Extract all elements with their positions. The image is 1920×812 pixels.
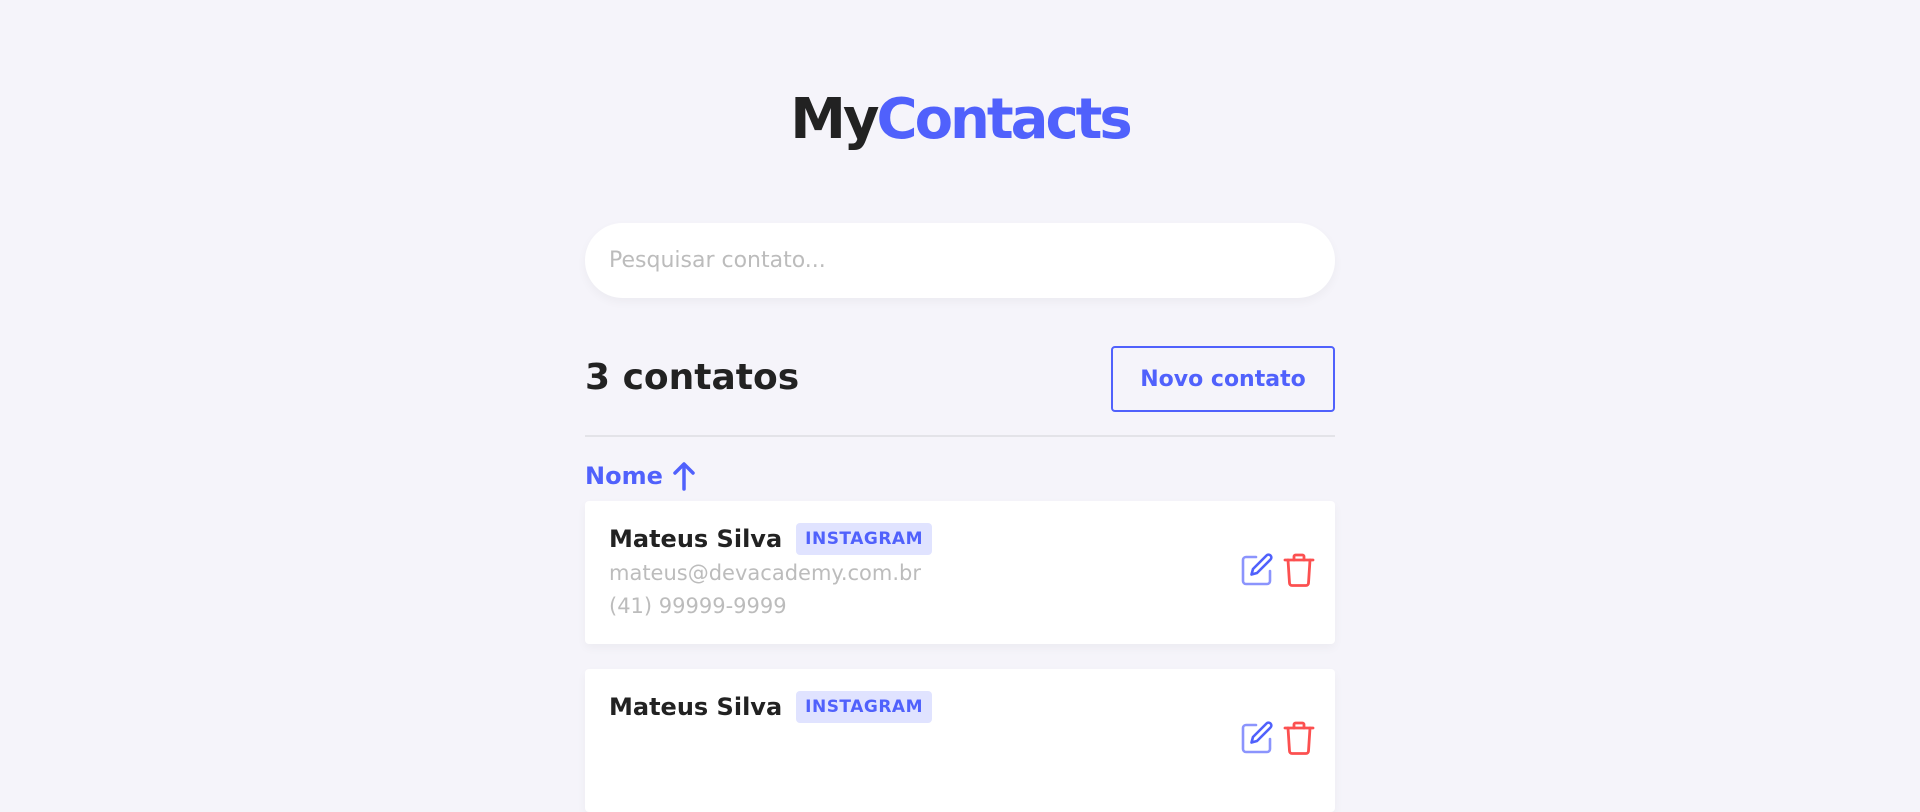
arrow-up-icon [673,461,695,491]
contact-name-row: Mateus Silva INSTAGRAM [609,691,932,723]
app-logo: MyContacts [0,86,1920,154]
sort-by-name-button[interactable]: Nome [585,458,695,494]
search-input[interactable] [585,223,1335,298]
divider [585,435,1335,437]
search-bar [585,223,1335,298]
trash-icon[interactable] [1283,720,1315,760]
category-badge: INSTAGRAM [796,523,932,555]
category-badge: INSTAGRAM [796,691,932,723]
contact-actions [1239,720,1315,760]
contact-card: Mateus Silva INSTAGRAM [585,669,1335,812]
contact-name: Mateus Silva [609,525,783,553]
new-contact-button[interactable]: Novo contato [1111,346,1335,412]
contacts-count: 3 contatos [585,357,800,398]
logo-text-contacts: Contacts [876,87,1132,152]
edit-icon[interactable] [1239,720,1275,760]
contact-name-row: Mateus Silva INSTAGRAM [609,523,932,555]
edit-icon[interactable] [1239,552,1275,592]
trash-icon[interactable] [1283,552,1315,592]
contact-name: Mateus Silva [609,693,783,721]
contact-email: mateus@devacademy.com.br [609,561,921,585]
list-header: 3 contatos Novo contato [585,346,1335,412]
contact-card: Mateus Silva INSTAGRAM mateus@devacademy… [585,501,1335,644]
contact-actions [1239,552,1315,592]
sort-label: Nome [585,462,663,490]
contact-phone: (41) 99999-9999 [609,594,787,618]
logo-text-my: My [790,87,879,152]
